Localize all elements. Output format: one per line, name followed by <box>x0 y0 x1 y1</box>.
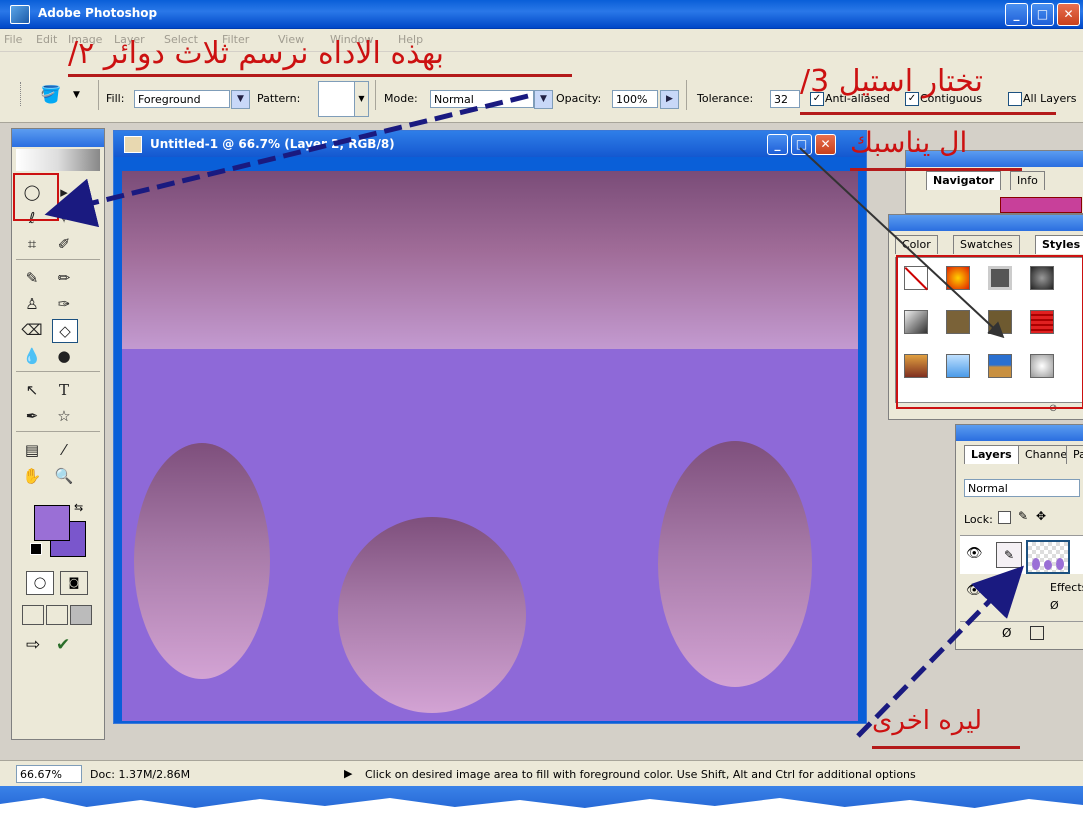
annotation-step3-line1: تختار استيل 3/ <box>800 64 983 99</box>
tool-highlight-box <box>13 173 59 221</box>
annotation-step1-underline <box>68 74 572 77</box>
annotation-step2-underline <box>872 746 1020 749</box>
annotation-step3-line2: ال يناسبك <box>850 126 968 159</box>
annotation-overlay <box>13 93 1083 738</box>
arrow-to-style <box>799 147 1005 339</box>
annotation-step3-underline <box>800 112 1056 115</box>
arrow-to-ellipse-tool <box>44 93 529 228</box>
annotation-step2: ليره اخرى <box>872 706 982 736</box>
annotation-step3-underline2 <box>850 168 1022 171</box>
styles-highlight-box <box>896 255 1083 409</box>
annotation-step1: بهذه الاداه نرسم ثلاث دوائر ٢/ <box>68 36 444 71</box>
